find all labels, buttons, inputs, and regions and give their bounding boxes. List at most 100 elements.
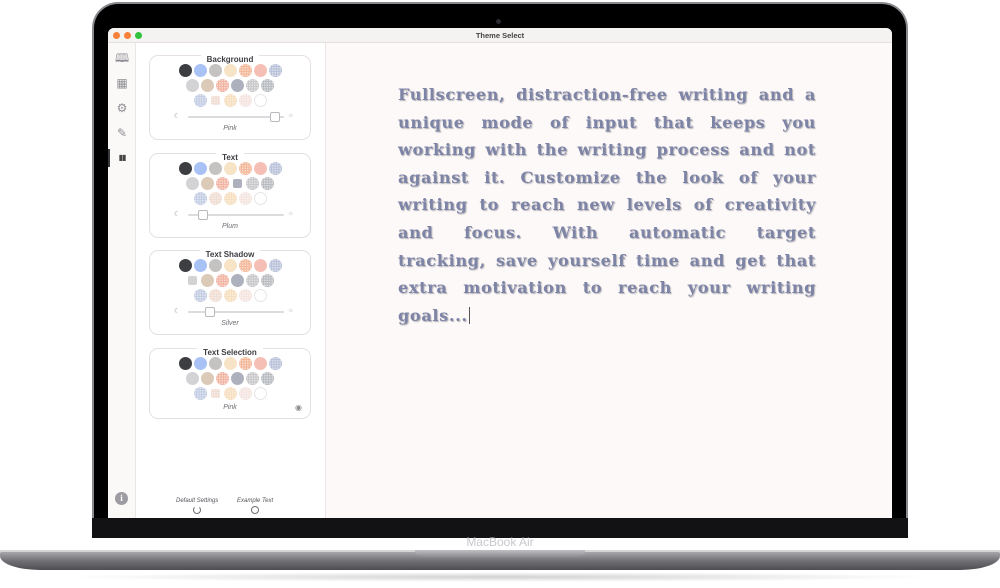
color-swatch[interactable] <box>238 387 252 400</box>
color-swatch[interactable] <box>238 357 252 370</box>
color-swatch[interactable] <box>178 64 192 77</box>
selected-color-name: Plum <box>222 223 238 230</box>
books-icon[interactable]: ▮▮ <box>115 151 129 165</box>
color-swatch[interactable] <box>268 259 282 272</box>
color-swatch[interactable] <box>223 259 237 272</box>
color-swatch[interactable] <box>253 192 267 205</box>
default-settings-button[interactable]: Default Settings <box>176 498 218 514</box>
info-icon[interactable]: i <box>115 492 128 505</box>
color-swatch[interactable] <box>201 372 214 385</box>
eye-icon[interactable]: ◉ <box>295 403 302 412</box>
color-swatch[interactable] <box>231 79 244 92</box>
color-swatch[interactable] <box>201 79 214 92</box>
color-swatch[interactable] <box>223 192 237 205</box>
color-swatch[interactable] <box>231 274 244 287</box>
color-swatch[interactable] <box>231 372 244 385</box>
color-swatch[interactable] <box>238 64 252 77</box>
color-swatch[interactable] <box>253 64 267 77</box>
color-swatch[interactable] <box>253 94 267 107</box>
color-swatch[interactable] <box>186 372 199 385</box>
minimize-button[interactable] <box>124 32 131 39</box>
color-swatch[interactable] <box>201 177 214 190</box>
slider-thumb[interactable] <box>269 112 280 122</box>
color-swatch[interactable] <box>261 372 274 385</box>
color-swatch[interactable] <box>178 357 192 370</box>
color-swatch[interactable] <box>193 192 207 205</box>
color-swatch[interactable] <box>208 357 222 370</box>
selected-color-name: Silver <box>221 320 239 327</box>
color-swatch[interactable] <box>253 387 267 400</box>
color-swatch[interactable] <box>238 94 252 107</box>
color-swatch[interactable] <box>261 274 274 287</box>
color-swatch-selected[interactable] <box>210 96 220 105</box>
color-swatch[interactable] <box>238 192 252 205</box>
editor-area[interactable]: Fullscreen, distraction-free writing and… <box>326 43 892 518</box>
color-swatch[interactable] <box>246 79 259 92</box>
color-swatch[interactable] <box>201 274 214 287</box>
color-swatch[interactable] <box>193 162 207 175</box>
zoom-button[interactable] <box>135 32 142 39</box>
color-swatch-selected[interactable] <box>233 179 242 188</box>
calendar-icon[interactable]: ▦ <box>115 76 129 90</box>
color-swatch[interactable] <box>216 274 229 287</box>
slider-thumb[interactable] <box>205 307 216 317</box>
color-swatch[interactable] <box>223 357 237 370</box>
color-swatch[interactable] <box>253 259 267 272</box>
color-swatch[interactable] <box>223 162 237 175</box>
swatch-row <box>150 274 310 287</box>
color-swatch[interactable] <box>216 177 229 190</box>
default-settings-label: Default Settings <box>176 498 219 504</box>
example-text-button[interactable]: Example Text <box>237 498 273 514</box>
color-swatch[interactable] <box>238 289 252 302</box>
icon-sidebar: 🕮 ▦ ⚙ ✎ ▮▮ i <box>108 43 136 518</box>
color-swatch[interactable] <box>261 177 274 190</box>
color-swatch[interactable] <box>253 289 267 302</box>
color-swatch[interactable] <box>246 372 259 385</box>
color-swatch[interactable] <box>178 259 192 272</box>
color-swatch-selected[interactable] <box>188 276 197 285</box>
swatch-row <box>150 79 310 92</box>
color-swatch[interactable] <box>238 162 252 175</box>
color-swatch[interactable] <box>208 259 222 272</box>
swatch-row <box>150 289 310 302</box>
color-swatch[interactable] <box>186 79 199 92</box>
color-swatch[interactable] <box>193 94 207 107</box>
color-swatch[interactable] <box>193 387 207 400</box>
editor-text[interactable]: Fullscreen, distraction-free writing and… <box>398 81 816 329</box>
slider-thumb[interactable] <box>198 210 209 220</box>
color-swatch[interactable] <box>193 289 207 302</box>
brightness-slider[interactable]: ☾ ☼ <box>174 307 294 317</box>
color-swatch[interactable] <box>268 162 282 175</box>
color-swatch[interactable] <box>268 64 282 77</box>
brightness-slider[interactable]: ☾ ☼ <box>174 210 294 220</box>
color-swatch[interactable] <box>246 274 259 287</box>
color-swatch[interactable] <box>208 162 222 175</box>
color-swatch[interactable] <box>208 192 222 205</box>
color-swatch[interactable] <box>223 387 237 400</box>
color-swatch[interactable] <box>261 79 274 92</box>
color-swatch[interactable] <box>223 94 237 107</box>
color-swatch[interactable] <box>208 289 222 302</box>
color-swatch[interactable] <box>238 259 252 272</box>
editor-content: Fullscreen, distraction-free writing and… <box>398 85 816 325</box>
gear-icon[interactable]: ⚙ <box>115 101 129 115</box>
color-swatch[interactable] <box>193 259 207 272</box>
color-swatch[interactable] <box>193 357 207 370</box>
close-button[interactable] <box>113 32 120 39</box>
color-swatch[interactable] <box>268 357 282 370</box>
color-swatch-selected[interactable] <box>210 389 220 398</box>
color-swatch[interactable] <box>193 64 207 77</box>
color-swatch[interactable] <box>253 162 267 175</box>
brightness-slider[interactable]: ☾ ☼ <box>174 112 294 122</box>
color-swatch[interactable] <box>178 162 192 175</box>
color-swatch[interactable] <box>216 79 229 92</box>
color-swatch[interactable] <box>216 372 229 385</box>
color-swatch[interactable] <box>186 177 199 190</box>
color-swatch[interactable] <box>223 289 237 302</box>
edit-icon[interactable]: ✎ <box>115 126 129 140</box>
color-swatch[interactable] <box>208 64 222 77</box>
color-swatch[interactable] <box>223 64 237 77</box>
book-icon[interactable]: 🕮 <box>115 51 129 65</box>
color-swatch[interactable] <box>253 357 267 370</box>
color-swatch[interactable] <box>246 177 259 190</box>
